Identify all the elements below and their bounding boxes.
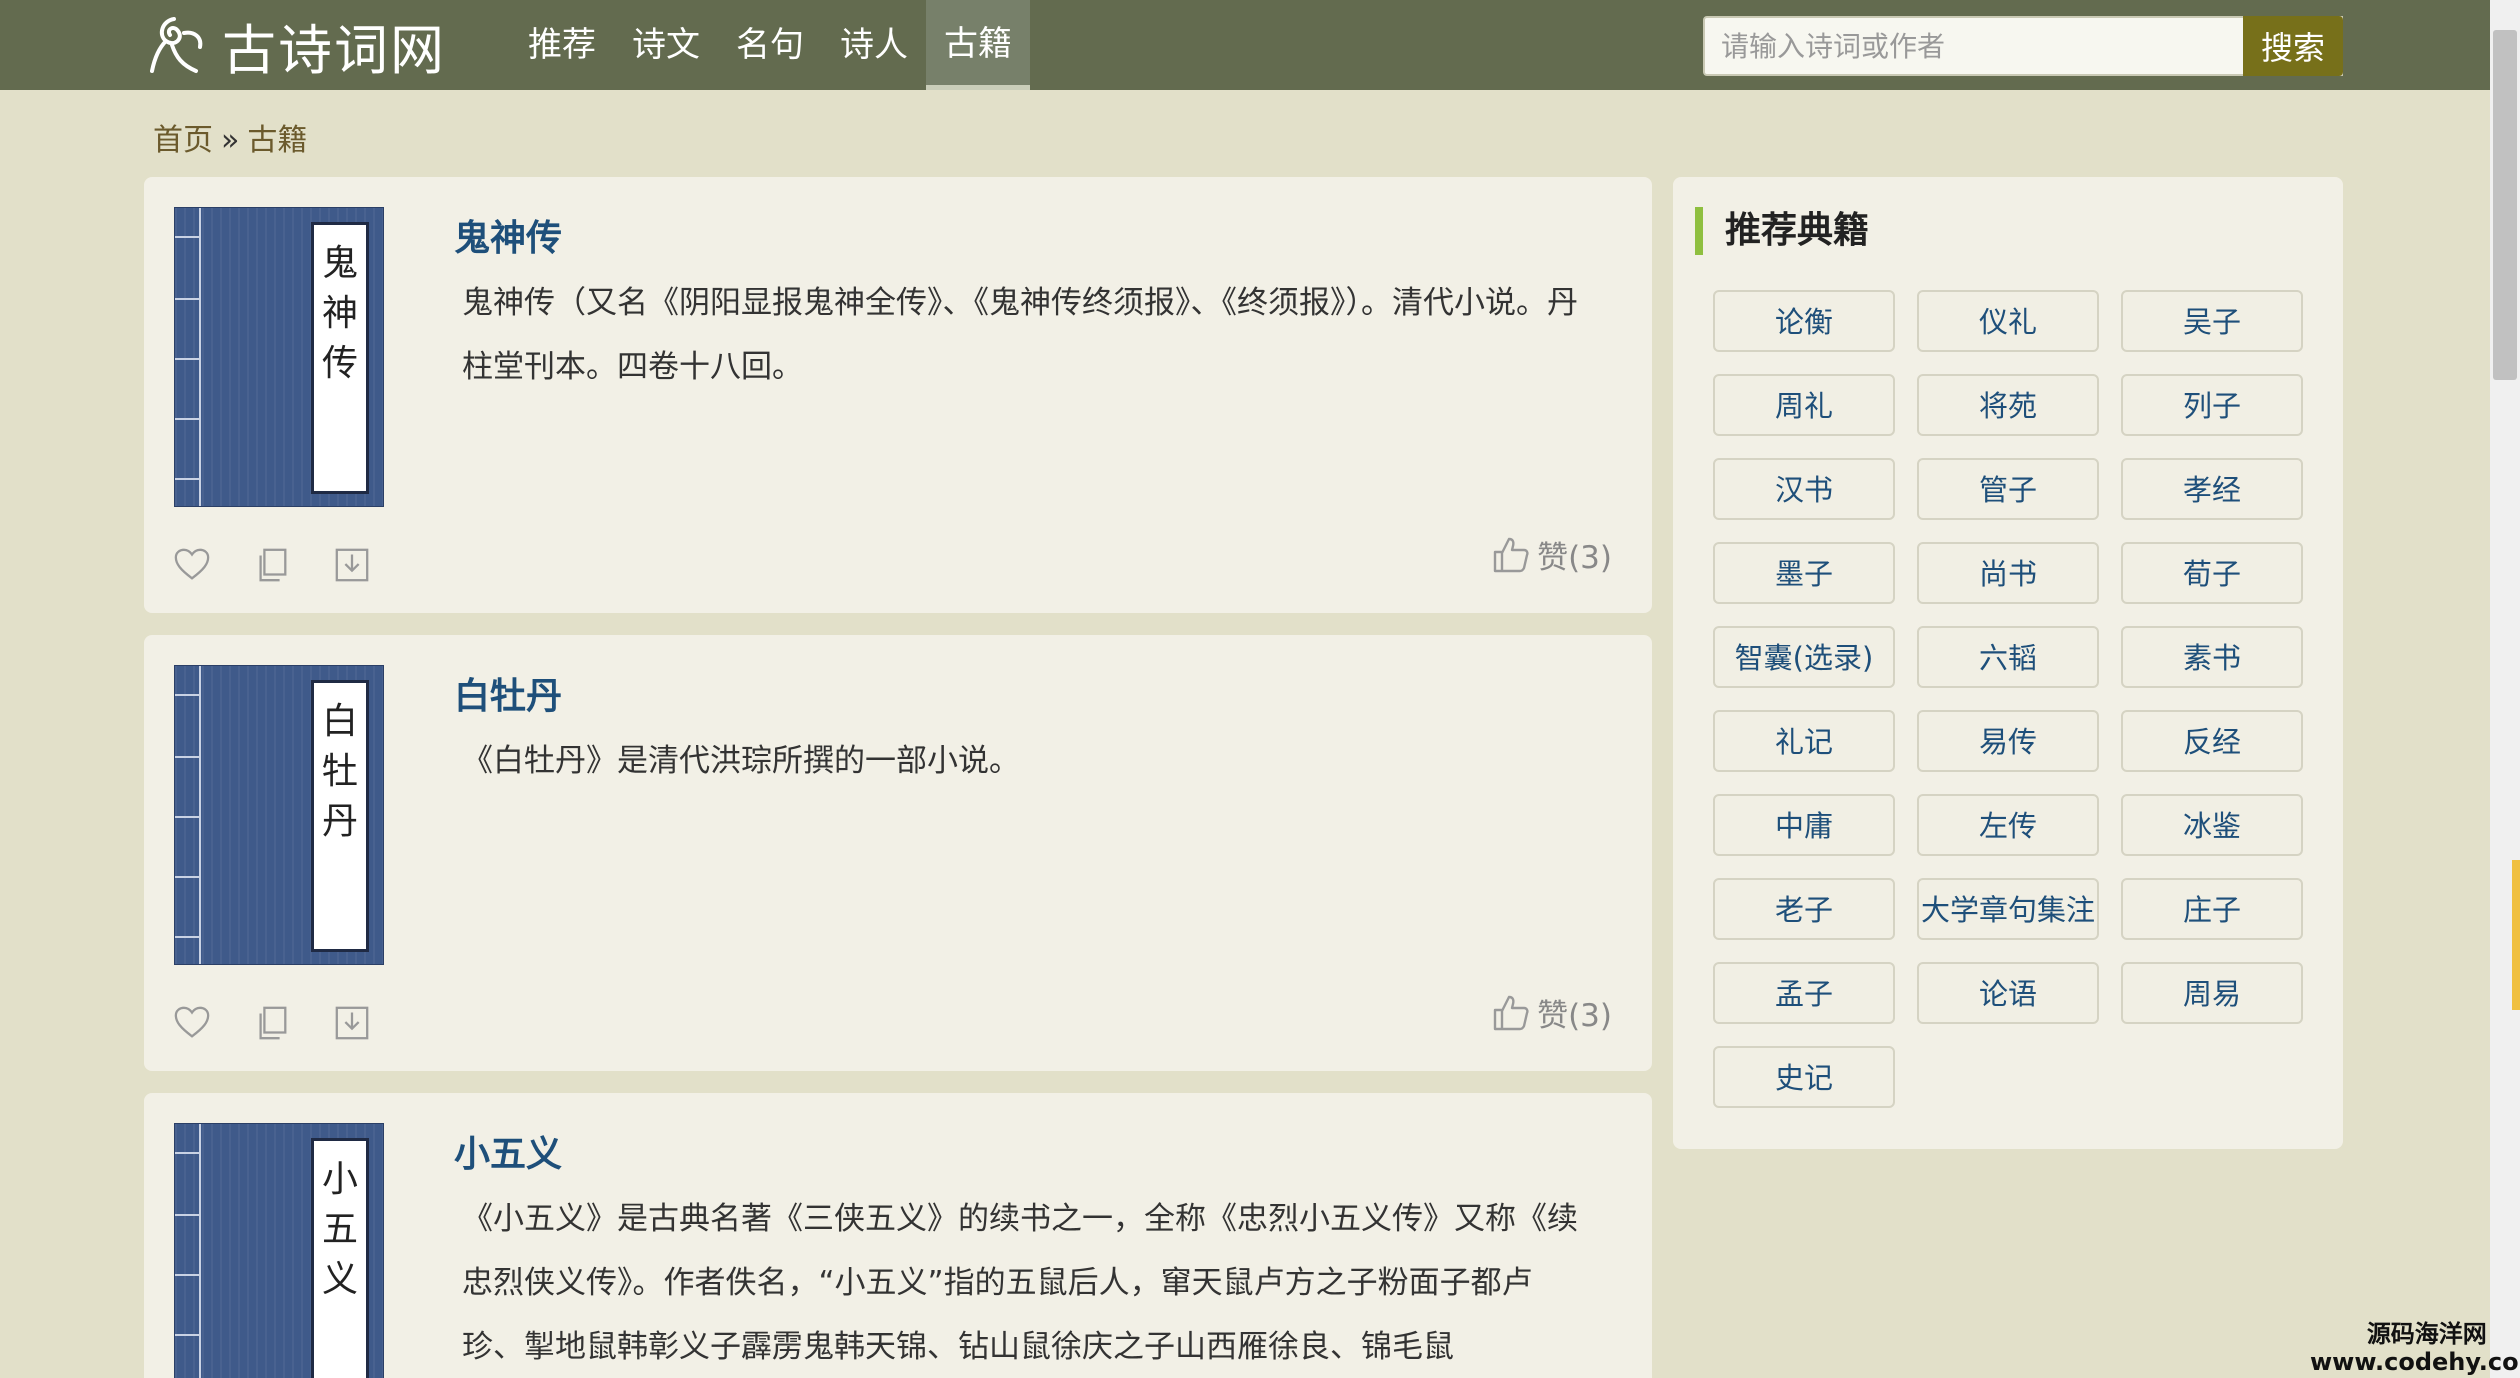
book-tag[interactable]: 论语 [1917, 962, 2099, 1024]
book-description: 鬼神传（又名《阴阳显报鬼神全传》、《鬼神传终须报》、《终须报》）。清代小说。丹柱… [462, 285, 1578, 385]
book-tag[interactable]: 冰鉴 [2121, 794, 2303, 856]
cover-char: 牡 [321, 751, 358, 792]
watermark-line: 源码海洋网 [2366, 1320, 2487, 1348]
main-nav: 推荐 诗文 名句 诗人 古籍 [510, 0, 1030, 90]
book-tag[interactable]: 左传 [1917, 794, 2099, 856]
book-tag[interactable]: 将苑 [1917, 374, 2099, 436]
watermark-line: www.codehy.com [2310, 1348, 2520, 1376]
recommended-books-panel: 推荐典籍 论衡 仪礼 吴子周礼 将苑 列子汉书 管子 孝经墨子 尚书 荀子智囊(选录) 六韬 素书礼… [1673, 177, 2343, 1149]
like-count: 赞(3) [1537, 998, 1612, 1034]
book-tag-list: 论衡 仪礼 吴子周礼 将苑 列子汉书 管子 孝经墨子 尚书 荀子智囊(选录) 六韬 素书礼记 易传 反经… [1713, 290, 2313, 1108]
breadcrumb-home[interactable]: 首页 [153, 123, 213, 158]
cover-char: 丹 [321, 801, 358, 842]
book-tag[interactable]: 素书 [2121, 626, 2303, 688]
book-tag[interactable]: 礼记 [1713, 710, 1895, 772]
site-name: 古诗词网 [222, 18, 446, 82]
favorite-button[interactable] [172, 545, 212, 585]
cover-char: 传 [321, 343, 358, 384]
breadcrumb: 首页» 古籍 [153, 115, 307, 159]
download-button[interactable] [332, 545, 372, 585]
download-icon [335, 548, 369, 582]
like-count: 赞(3) [1537, 540, 1612, 576]
thumbs-up-icon [1493, 995, 1529, 1030]
book-tag[interactable]: 墨子 [1713, 542, 1895, 604]
sidebar-title: 推荐典籍 [1695, 207, 1869, 255]
cover-binding [175, 208, 201, 506]
cover-char: 鬼 [321, 243, 358, 284]
book-tag[interactable]: 反经 [2121, 710, 2303, 772]
book-tag[interactable]: 荀子 [2121, 542, 2303, 604]
nav-ancient-books[interactable]: 古籍 [926, 0, 1030, 90]
nav-poems[interactable]: 诗文 [614, 0, 718, 90]
book-tag[interactable]: 管子 [1917, 458, 2099, 520]
book-tag[interactable]: 智囊(选录) [1713, 626, 1895, 688]
book-tag[interactable]: 史记 [1713, 1046, 1895, 1108]
book-tag[interactable]: 吴子 [2121, 290, 2303, 352]
cover-char: 五 [321, 1209, 358, 1250]
copy-button[interactable] [252, 545, 292, 585]
scroll-marker [2512, 860, 2520, 1010]
logo-icon [150, 17, 203, 73]
book-tag[interactable]: 周礼 [1713, 374, 1895, 436]
cover-title-label: 鬼 神 传 [311, 222, 369, 494]
scrollbar-thumb[interactable] [2493, 30, 2517, 380]
copy-button[interactable] [252, 1003, 292, 1043]
book-tag[interactable]: 孝经 [2121, 458, 2303, 520]
book-actions [172, 1003, 372, 1043]
nav-famous-lines[interactable]: 名句 [718, 0, 822, 90]
heart-icon [174, 548, 210, 580]
like-button[interactable]: 赞(3) [1491, 990, 1612, 1035]
book-cover[interactable]: 小 五 义 [174, 1123, 384, 1378]
cover-binding [175, 666, 201, 964]
book-tag[interactable]: 中庸 [1713, 794, 1895, 856]
book-title[interactable]: 鬼神传 [454, 209, 562, 261]
book-tag[interactable]: 仪礼 [1917, 290, 2099, 352]
cover-title-label: 小 五 义 [311, 1138, 369, 1378]
book-title[interactable]: 小五义 [454, 1125, 562, 1177]
cover-char: 义 [321, 1259, 358, 1300]
download-icon [335, 1006, 369, 1040]
top-navbar: 古诗词网 推荐 诗文 名句 诗人 古籍 搜索 [0, 0, 2490, 90]
nav-poets[interactable]: 诗人 [822, 0, 926, 90]
copy-icon [259, 1006, 287, 1040]
book-card: 小 五 义 小五义 《小五义》是古典名著《三侠五义》的续书之一，全称《忠烈小五义… [144, 1093, 1652, 1378]
site-logo[interactable]: 古诗词网 [144, 12, 446, 82]
book-description: 《白牡丹》是清代洪琮所撰的一部小说。 [462, 743, 1020, 779]
book-tag[interactable]: 孟子 [1713, 962, 1895, 1024]
book-tag[interactable]: 列子 [2121, 374, 2303, 436]
cover-char: 小 [321, 1159, 358, 1200]
book-cover[interactable]: 鬼 神 传 [174, 207, 384, 507]
book-tag[interactable]: 庄子 [2121, 878, 2303, 940]
book-cover[interactable]: 白 牡 丹 [174, 665, 384, 965]
favorite-button[interactable] [172, 1003, 212, 1043]
nav-recommend[interactable]: 推荐 [510, 0, 614, 90]
book-tag[interactable]: 汉书 [1713, 458, 1895, 520]
cover-char: 白 [321, 701, 358, 742]
book-title[interactable]: 白牡丹 [454, 667, 562, 719]
search-button[interactable]: 搜索 [2243, 16, 2343, 76]
book-tag[interactable]: 易传 [1917, 710, 2099, 772]
cover-binding [175, 1124, 201, 1378]
copy-icon [259, 548, 287, 582]
book-tag[interactable]: 论衡 [1713, 290, 1895, 352]
breadcrumb-separator: » [221, 123, 240, 158]
watermark: 源码海洋网 www.codehy.com [2310, 1320, 2520, 1376]
book-card: 白 牡 丹 白牡丹 《白牡丹》是清代洪琮所撰的一部小说。 赞(3) [144, 635, 1652, 1071]
book-tag[interactable]: 六韬 [1917, 626, 2099, 688]
cover-title-label: 白 牡 丹 [311, 680, 369, 952]
cover-char: 神 [321, 293, 358, 334]
download-button[interactable] [332, 1003, 372, 1043]
book-tag[interactable]: 尚书 [1917, 542, 2099, 604]
thumbs-up-icon [1493, 537, 1529, 572]
breadcrumb-current[interactable]: 古籍 [247, 123, 307, 158]
heart-icon [174, 1006, 210, 1038]
book-tag[interactable]: 老子 [1713, 878, 1895, 940]
book-actions [172, 545, 372, 585]
book-card: 鬼 神 传 鬼神传 鬼神传（又名《阴阳显报鬼神全传》、《鬼神传终须报》、《终须报… [144, 177, 1652, 613]
like-button[interactable]: 赞(3) [1491, 532, 1612, 577]
book-tag[interactable]: 大学章句集注 [1917, 878, 2099, 940]
book-tag[interactable]: 周易 [2121, 962, 2303, 1024]
book-description: 《小五义》是古典名著《三侠五义》的续书之一，全称《忠烈小五义传》又称《续忠烈侠义… [462, 1201, 1578, 1365]
